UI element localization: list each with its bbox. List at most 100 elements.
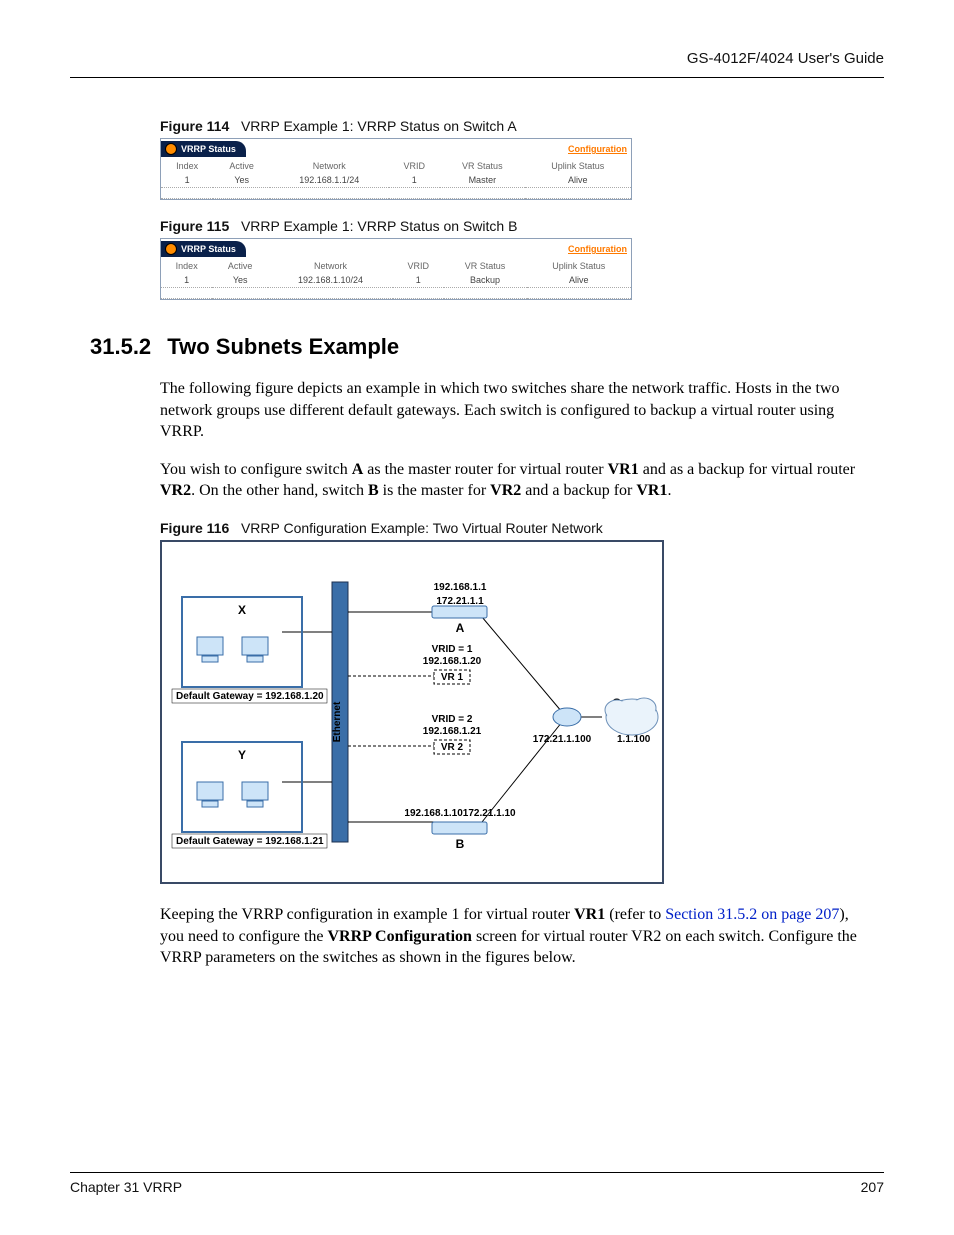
- figure-114-label: Figure 114: [160, 118, 229, 134]
- p2-switch-b: B: [368, 482, 379, 499]
- figure-115-caption: Figure 115 VRRP Example 1: VRRP Status o…: [160, 218, 874, 234]
- col-index: Index: [161, 259, 212, 273]
- p3-vr1: VR1: [574, 906, 605, 923]
- cell-vrstatus: Master: [440, 173, 525, 188]
- vrip2-label: 192.168.1.21: [423, 726, 482, 737]
- cell-active: Yes: [212, 273, 268, 288]
- group-x-label: X: [238, 603, 246, 617]
- p2-text: . On the other hand, switch: [191, 482, 368, 499]
- col-vrstatus: VR Status: [440, 159, 525, 173]
- cell-index: 1: [161, 273, 212, 288]
- p3-vrrp-config: VRRP Configuration: [328, 928, 472, 945]
- vrrp-panel-title: VRRP Status: [181, 244, 236, 254]
- p2-vr1b: VR1: [636, 482, 667, 499]
- figure-115-label: Figure 115: [160, 218, 229, 234]
- figure-115-title: VRRP Example 1: VRRP Status on Switch B: [241, 218, 518, 234]
- switch-b-ip: 192.168.1.10172.21.1.10: [404, 808, 516, 819]
- p3-text: Keeping the VRRP configuration in exampl…: [160, 906, 574, 923]
- p2-text: You wish to configure switch: [160, 461, 352, 478]
- figure-116-caption: Figure 116 VRRP Configuration Example: T…: [160, 520, 874, 536]
- cell-uplink: Alive: [527, 273, 631, 288]
- p2-vr2b: VR2: [490, 482, 521, 499]
- default-gateway-x: Default Gateway = 192.168.1.20: [176, 691, 324, 702]
- switch-a-ip: 192.168.1.1: [434, 582, 487, 593]
- figure-114-caption: Figure 114 VRRP Example 1: VRRP Status o…: [160, 118, 874, 134]
- pc-icon: [242, 782, 268, 807]
- col-vrid: VRID: [393, 259, 444, 273]
- p2-text: is the master for: [379, 482, 491, 499]
- section-title: Two Subnets Example: [167, 334, 399, 359]
- p2-vr2: VR2: [160, 482, 191, 499]
- pc-icon: [197, 637, 223, 662]
- wan-ip-label: 172.21.1.100: [533, 734, 592, 745]
- header-guide: GS-4012F/4024 User's Guide: [70, 50, 884, 67]
- figure-116-label: Figure 116: [160, 520, 229, 536]
- paragraph-2: You wish to configure switch A as the ma…: [160, 459, 874, 502]
- switch-b-label: B: [456, 837, 465, 851]
- figure-114-title: VRRP Example 1: VRRP Status on Switch A: [241, 118, 517, 134]
- table-row: [161, 288, 631, 299]
- vr1-label: VR 1: [441, 672, 464, 683]
- vrrp-tab-b: VRRP Status: [161, 241, 246, 257]
- col-index: Index: [161, 159, 213, 173]
- p2-text: .: [667, 482, 671, 499]
- col-uplink: Uplink Status: [527, 259, 631, 273]
- switch-a-label: A: [456, 621, 465, 635]
- vrrp-tab-a: VRRP Status: [161, 141, 246, 157]
- group-y-label: Y: [238, 748, 246, 762]
- header-rule: [70, 77, 884, 78]
- page-footer: Chapter 31 VRRP 207: [70, 1152, 884, 1195]
- p2-text: and as a backup for virtual router: [639, 461, 855, 478]
- vrrp-table-b: Index Active Network VRID VR Status Upli…: [161, 259, 631, 299]
- vrrp-status-panel-b: VRRP Status Configuration Index Active N…: [160, 238, 632, 300]
- section-number: 31.5.2: [90, 334, 151, 359]
- col-vrid: VRID: [389, 159, 440, 173]
- p3-text: (refer to: [605, 906, 665, 923]
- pc-icon: [197, 782, 223, 807]
- cell-network: 192.168.1.1/24: [270, 173, 389, 188]
- table-row: 1 Yes 192.168.1.10/24 1 Backup Alive: [161, 273, 631, 288]
- vrip1-label: 192.168.1.20: [423, 656, 482, 667]
- footer-page-number: 207: [861, 1179, 884, 1195]
- p2-text: and a backup for: [521, 482, 636, 499]
- paragraph-1: The following figure depicts an example …: [160, 378, 874, 443]
- cell-index: 1: [161, 173, 213, 188]
- cell-vrid: 1: [393, 273, 444, 288]
- section-heading: 31.5.2 Two Subnets Example: [90, 334, 884, 360]
- configuration-link-b[interactable]: Configuration: [568, 244, 627, 254]
- p2-vr1: VR1: [608, 461, 639, 478]
- section-cross-ref-link[interactable]: Section 31.5.2 on page 207: [665, 906, 839, 923]
- vrid1-label: VRID = 1: [432, 644, 473, 655]
- col-network: Network: [270, 159, 389, 173]
- ethernet-label: Ethernet: [332, 701, 343, 742]
- pc-icon: [242, 637, 268, 662]
- paragraph-3: Keeping the VRRP configuration in exampl…: [160, 904, 874, 969]
- col-uplink: Uplink Status: [525, 159, 631, 173]
- vrid2-label: VRID = 2: [432, 714, 473, 725]
- vrrp-panel-title: VRRP Status: [181, 144, 236, 154]
- wan2-label: 1.1.100: [617, 734, 651, 745]
- internet-cloud-icon: [605, 698, 658, 735]
- figure-116-title: VRRP Configuration Example: Two Virtual …: [241, 520, 603, 536]
- col-active: Active: [213, 159, 270, 173]
- status-indicator-icon: [165, 143, 177, 155]
- table-row: 1 Yes 192.168.1.1/24 1 Master Alive: [161, 173, 631, 188]
- col-network: Network: [268, 259, 393, 273]
- cell-active: Yes: [213, 173, 270, 188]
- vrrp-table-a: Index Active Network VRID VR Status Upli…: [161, 159, 631, 199]
- cell-vrstatus: Backup: [444, 273, 527, 288]
- switch-a-ip2: 172.21.1.1: [436, 596, 484, 607]
- cell-network: 192.168.1.10/24: [268, 273, 393, 288]
- p2-switch-a: A: [352, 461, 364, 478]
- vr2-label: VR 2: [441, 742, 464, 753]
- cell-vrid: 1: [389, 173, 440, 188]
- status-indicator-icon: [165, 243, 177, 255]
- default-gateway-y: Default Gateway = 192.168.1.21: [176, 836, 324, 847]
- vrrp-status-panel-a: VRRP Status Configuration Index Active N…: [160, 138, 632, 200]
- p2-text: as the master router for virtual router: [363, 461, 607, 478]
- col-vrstatus: VR Status: [444, 259, 527, 273]
- table-row: [161, 188, 631, 199]
- configuration-link-a[interactable]: Configuration: [568, 144, 627, 154]
- network-diagram: Ethernet X: [160, 540, 664, 884]
- footer-chapter: Chapter 31 VRRP: [70, 1179, 182, 1195]
